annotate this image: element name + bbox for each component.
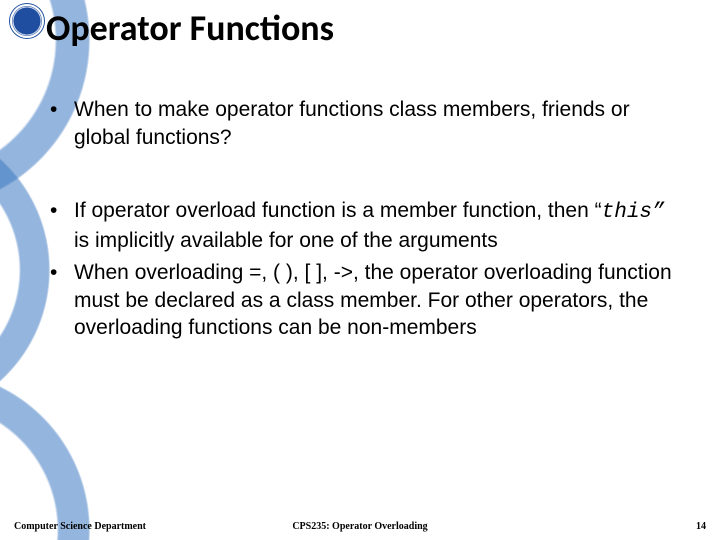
slide: Operator Functions When to make operator…: [0, 0, 720, 540]
footer-left: Computer Science Department: [14, 521, 146, 532]
footer-center: CPS235: Operator Overloading: [292, 521, 427, 532]
bullet-text: When overloading =, ( ), [ ], ->, the op…: [74, 261, 672, 339]
slide-content: When to make operator functions class me…: [46, 96, 680, 366]
list-item: When to make operator functions class me…: [46, 96, 680, 151]
bullet-list: When to make operator functions class me…: [46, 96, 680, 342]
list-item: If operator overload function is a membe…: [46, 197, 680, 254]
list-item: When overloading =, ( ), [ ], ->, the op…: [46, 259, 680, 342]
slide-title: Operator Functions: [46, 6, 334, 50]
bullet-text-mono: this”: [602, 201, 665, 224]
bullet-text-pre: If operator overload function is a membe…: [74, 199, 602, 222]
footer-page-number: 14: [696, 521, 706, 532]
slide-footer: Computer Science Department CPS235: Oper…: [0, 514, 720, 532]
bullet-text: When to make operator functions class me…: [74, 98, 630, 149]
bullet-text-post: is implicitly available for one of the a…: [74, 229, 498, 252]
university-seal-logo: [10, 4, 44, 38]
